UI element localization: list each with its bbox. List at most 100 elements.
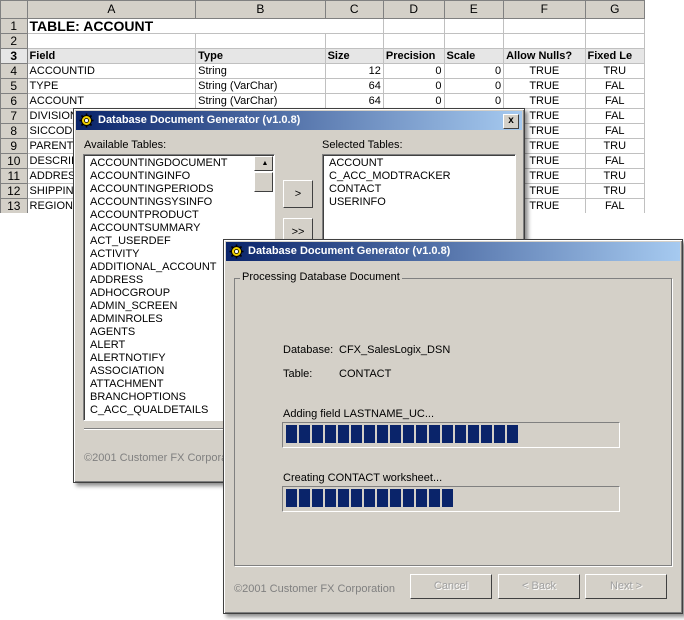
cell[interactable]: ACCOUNTID (26, 63, 197, 79)
cell[interactable]: FAL (584, 78, 645, 94)
dialog-titlebar[interactable]: Database Document Generator (v1.0.8) (226, 242, 680, 261)
progress-block (299, 489, 310, 507)
list-item[interactable]: CONTACT (326, 183, 515, 196)
row-number[interactable]: 2 (0, 33, 28, 49)
cell[interactable]: String (195, 63, 326, 79)
row-number[interactable]: 10 (0, 153, 28, 169)
cell[interactable] (26, 33, 197, 49)
header-cell[interactable]: Fixed Le (584, 48, 645, 64)
cell[interactable]: TRU (584, 168, 645, 184)
row-number[interactable]: 8 (0, 123, 28, 139)
cell[interactable]: 64 (324, 93, 384, 109)
table-row: 4 ACCOUNTID String 12 0 0 TRUE TRU (0, 63, 645, 79)
row-number[interactable]: 4 (0, 63, 28, 79)
cell[interactable]: TRU (584, 138, 645, 154)
column-header[interactable]: B (195, 0, 326, 19)
header-cell[interactable]: Allow Nulls? (503, 48, 586, 64)
field-status-text: Adding field LASTNAME_UC... (283, 408, 435, 420)
cell[interactable] (195, 33, 326, 49)
list-item[interactable]: C_ACC_MODTRACKER (326, 170, 515, 183)
column-header[interactable]: F (503, 0, 586, 19)
list-item[interactable]: ACCOUNT (326, 157, 515, 170)
cell[interactable]: FAL (584, 153, 645, 169)
cell[interactable]: 0 (382, 93, 445, 109)
header-cell[interactable]: Precision (382, 48, 445, 64)
cell[interactable] (382, 18, 445, 34)
next-button[interactable]: Next > (585, 574, 667, 599)
cell[interactable]: TRU (584, 63, 645, 79)
selected-tables-list[interactable]: ACCOUNT C_ACC_MODTRACKER CONTACT USERINFO (322, 154, 516, 246)
cell[interactable]: TYPE (26, 78, 197, 94)
header-cell[interactable]: Field (26, 48, 197, 64)
row-number[interactable]: 11 (0, 168, 28, 184)
cell[interactable]: TRUE (503, 93, 586, 109)
cell[interactable]: 0 (382, 63, 445, 79)
column-header[interactable]: C (324, 0, 384, 19)
row-number[interactable]: 12 (0, 183, 28, 199)
cell[interactable]: 0 (443, 63, 505, 79)
list-item[interactable]: ACCOUNTINGINFO (87, 170, 274, 183)
cell[interactable] (584, 33, 645, 49)
sheet-corner[interactable] (0, 0, 28, 19)
cell[interactable]: FAL (584, 93, 645, 109)
cell[interactable]: FAL (584, 198, 645, 213)
header-cell[interactable]: Scale (443, 48, 505, 64)
back-button[interactable]: < Back (498, 574, 580, 599)
cell[interactable] (503, 18, 586, 34)
cell[interactable] (584, 18, 645, 34)
row-number[interactable]: 7 (0, 108, 28, 124)
cancel-button[interactable]: Cancel (410, 574, 492, 599)
list-item[interactable]: ACCOUNTPRODUCT (87, 209, 274, 222)
scroll-thumb[interactable] (254, 172, 273, 192)
cell[interactable]: String (VarChar) (195, 93, 326, 109)
column-header[interactable]: A (26, 0, 197, 19)
column-header[interactable]: G (584, 0, 645, 19)
cell[interactable]: TRU (584, 183, 645, 199)
cell[interactable]: TRUE (503, 78, 586, 94)
progress-block (364, 425, 375, 443)
cell[interactable]: String (VarChar) (195, 78, 326, 94)
cell[interactable] (503, 33, 586, 49)
cell[interactable]: 0 (382, 78, 445, 94)
list-item[interactable]: ACCOUNTINGPERIODS (87, 183, 274, 196)
list-item[interactable]: ACCOUNTSUMMARY (87, 222, 274, 235)
add-button[interactable]: > (283, 180, 313, 208)
progress-dialog: Database Document Generator (v1.0.8) Pro… (223, 239, 683, 614)
row-number[interactable]: 5 (0, 78, 28, 94)
progress-block (312, 489, 323, 507)
row-number[interactable]: 9 (0, 138, 28, 154)
progress-block (403, 425, 414, 443)
list-item[interactable]: USERINFO (326, 196, 515, 209)
cell[interactable]: 0 (443, 78, 505, 94)
copyright-text: ©2001 Customer FX Corporation (234, 583, 395, 595)
cell[interactable]: ACCOUNT (26, 93, 197, 109)
column-header[interactable]: D (382, 0, 445, 19)
header-cell[interactable]: Size (324, 48, 384, 64)
vertical-scrollbar[interactable]: ▲ (254, 156, 273, 192)
dialog-titlebar[interactable]: Database Document Generator (v1.0.8) x (76, 111, 522, 130)
available-tables-label: Available Tables: (84, 139, 167, 151)
column-header[interactable]: E (443, 0, 505, 19)
cell[interactable] (324, 18, 384, 34)
sheet-title[interactable]: TABLE: ACCOUNT (26, 18, 326, 34)
row-number[interactable]: 3 (0, 48, 28, 64)
row-number[interactable]: 13 (0, 198, 28, 213)
cell[interactable]: 12 (324, 63, 384, 79)
cell[interactable]: 64 (324, 78, 384, 94)
scroll-up-icon[interactable]: ▲ (254, 156, 273, 171)
row-number[interactable]: 1 (0, 18, 28, 34)
header-cell[interactable]: Type (195, 48, 326, 64)
cell[interactable] (443, 18, 505, 34)
cell[interactable] (443, 33, 505, 49)
list-item[interactable]: ACCOUNTINGDOCUMENT (87, 157, 274, 170)
row-number[interactable]: 6 (0, 93, 28, 109)
list-item[interactable]: ACCOUNTINGSYSINFO (87, 196, 274, 209)
cell[interactable]: FAL (584, 108, 645, 124)
cell[interactable]: TRUE (503, 63, 586, 79)
cell[interactable] (382, 33, 445, 49)
cell[interactable]: FAL (584, 123, 645, 139)
cell[interactable]: 0 (443, 93, 505, 109)
cell[interactable] (324, 33, 384, 49)
close-button[interactable]: x (503, 114, 519, 129)
progress-block (338, 425, 349, 443)
